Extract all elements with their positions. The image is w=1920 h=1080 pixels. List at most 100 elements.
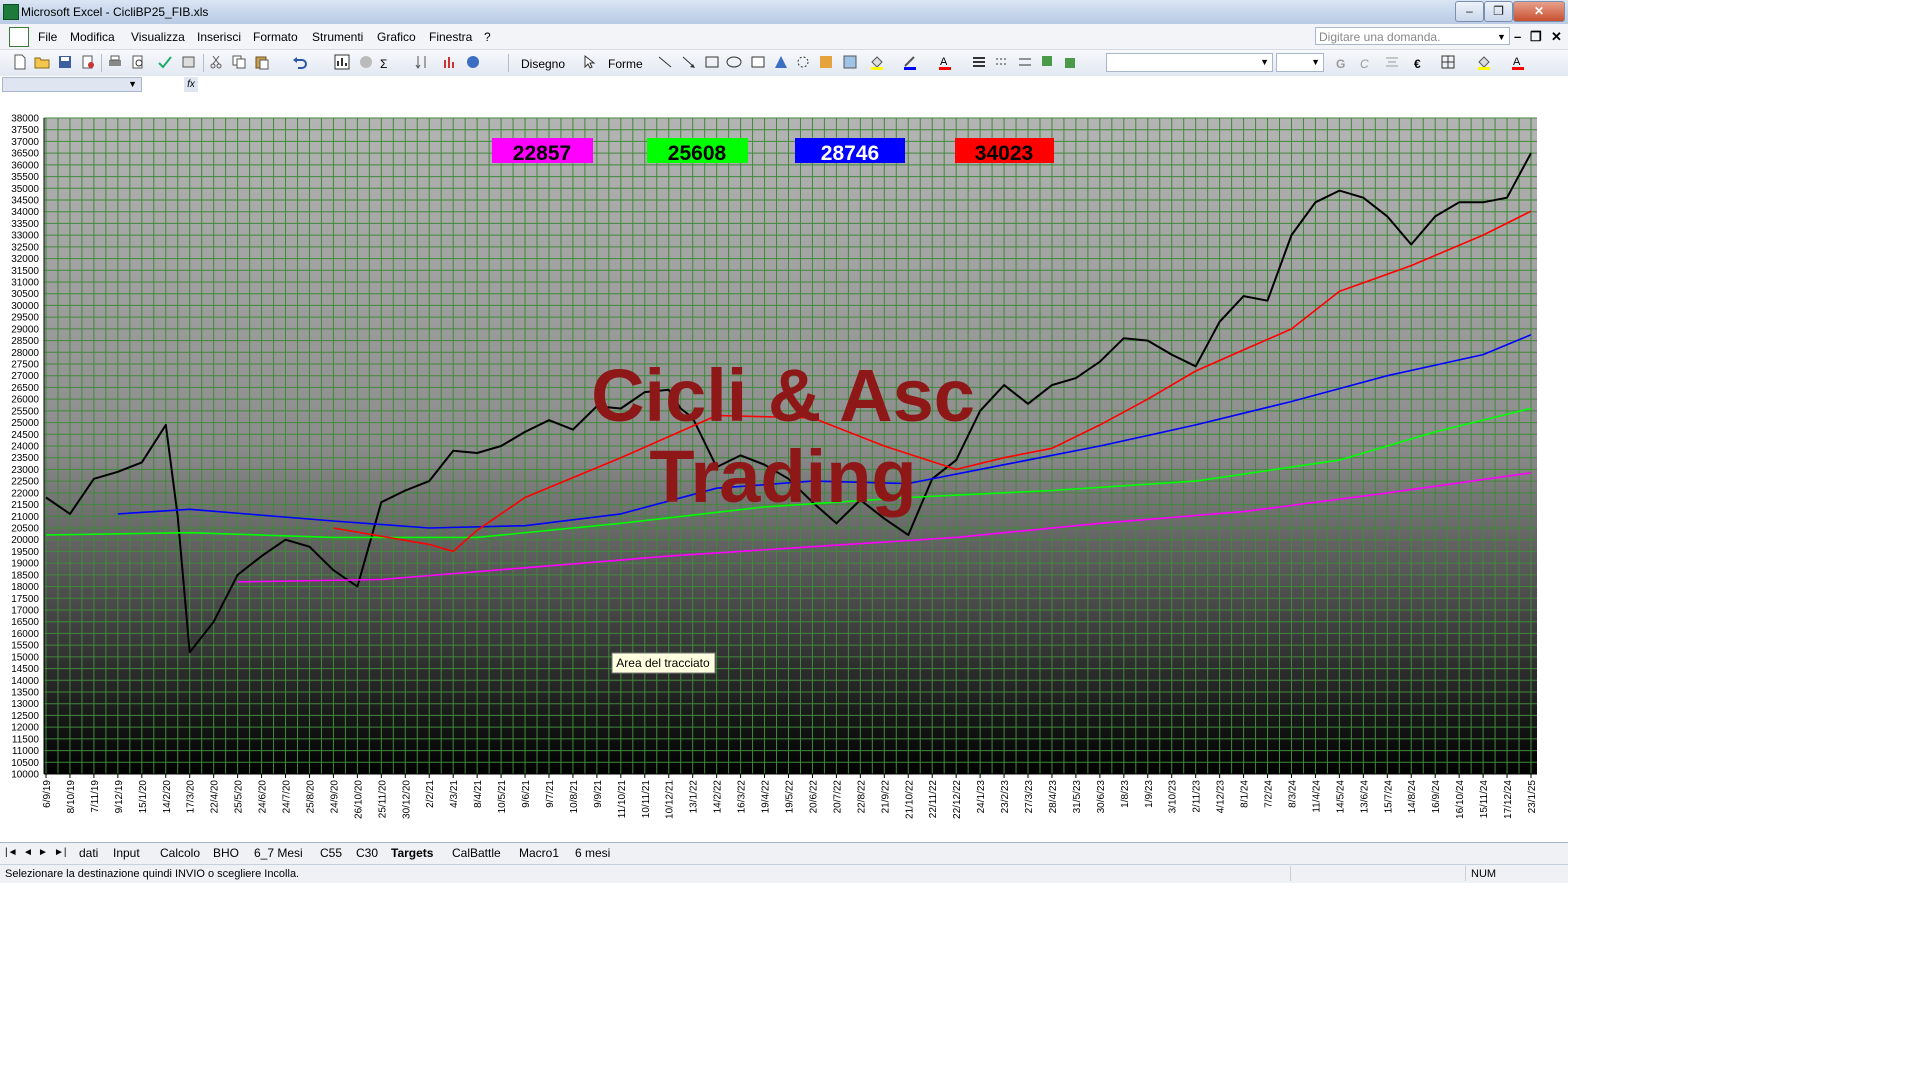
save-icon[interactable] [57,54,73,70]
borders-icon[interactable] [1440,54,1456,70]
image-icon[interactable] [842,54,858,70]
x-tick-label: 24/6/20 [258,780,269,814]
x-tick-label: 7/11/19 [90,780,101,813]
chart-area[interactable]: 10000 10500 11000 11500 12000 12500 13000 13500… [0,94,1568,840]
diagram-icon[interactable] [795,54,811,70]
copy-icon[interactable] [231,54,247,70]
tab-6-7-mesi[interactable]: 6_7 Mesi [254,846,303,860]
maximize-button[interactable]: ❐ [1484,1,1513,22]
sheet-tabs: |◄ ◄ ► ►| dati Input Calcolo BHO 6_7 Mes… [0,842,1568,865]
tab-dati[interactable]: dati [79,846,98,860]
italic-icon[interactable]: C [1360,57,1369,71]
oval-icon[interactable] [726,54,742,70]
spelling-icon[interactable] [157,54,173,70]
tab-c55[interactable]: C55 [320,846,342,860]
arrow-icon[interactable] [681,54,697,70]
euro-icon[interactable]: € [1414,57,1421,71]
align-icon[interactable] [1384,54,1400,70]
minimize-button[interactable]: – [1455,1,1484,22]
sort-icon[interactable] [414,54,430,70]
menu-grafico[interactable]: Grafico [377,30,416,44]
text-color-icon[interactable]: A [1510,54,1526,70]
dash-style-icon[interactable] [994,54,1010,70]
name-box[interactable]: ▼ [2,77,142,92]
tab-c30[interactable]: C30 [356,846,378,860]
y-tick-label: 13500 [11,688,39,699]
line-color-icon[interactable] [902,54,918,70]
line-style-icon[interactable] [971,54,987,70]
chevron-down-icon[interactable]: ▼ [128,79,137,89]
tab-calbattle[interactable]: CalBattle [452,846,501,860]
menu-inserisci[interactable]: Inserisci [197,30,241,44]
chart-icon[interactable] [441,54,457,70]
y-tick-label: 27500 [11,360,39,371]
x-tick-label: 23/1/25 [1527,780,1538,814]
doc-restore-icon[interactable]: ❐ [1530,29,1542,45]
arrow-style-icon[interactable] [1017,54,1033,70]
menu-finestra[interactable]: Finestra [429,30,472,44]
font-size-select[interactable]: ▼ [1276,53,1324,72]
open-folder-icon[interactable] [34,54,50,70]
menu-strumenti[interactable]: Strumenti [312,30,363,44]
print-icon[interactable] [107,54,123,70]
paste-icon[interactable] [254,54,270,70]
pointer-icon[interactable] [581,54,597,70]
menu-visualizza[interactable]: Visualizza [131,30,185,44]
wordart-icon[interactable] [773,54,789,70]
ask-question-input[interactable]: Digitare una domanda. [1315,27,1510,45]
tab-bho[interactable]: BHO [213,846,239,860]
y-tick-label: 18500 [11,570,39,581]
menu-help[interactable]: ? [484,30,491,44]
chevron-down-icon[interactable]: ▼ [1311,57,1320,67]
textbox-icon[interactable] [750,54,766,70]
y-tick-label: 17000 [11,606,39,617]
first-sheet-icon[interactable]: |◄ [5,847,18,858]
menu-modifica[interactable]: Modifica [70,30,115,44]
tab-targets[interactable]: Targets [391,846,433,860]
help-icon[interactable] [465,54,481,70]
tab-macro1[interactable]: Macro1 [519,846,559,860]
clipart-icon[interactable] [818,54,834,70]
tab-6-mesi[interactable]: 6 mesi [575,846,610,860]
shapes-menu-button[interactable]: Forme [608,57,643,71]
menu-file[interactable]: File [38,30,57,44]
new-file-icon[interactable] [12,54,28,70]
font-name-select[interactable]: ▼ [1106,53,1273,72]
y-tick-label: 12500 [11,711,39,722]
draw-menu-button[interactable]: Disegno [521,57,565,71]
doc-close-icon[interactable]: ✕ [1551,29,1562,45]
3d-style-icon[interactable] [1063,54,1079,70]
menu-formato[interactable]: Formato [253,30,298,44]
cut-icon[interactable] [208,54,224,70]
sum-icon[interactable]: Σ [380,57,387,71]
line-chart[interactable]: 1000010500110001150012000125001300013500… [0,94,1568,840]
highlight-color-icon[interactable] [1476,54,1492,70]
line-icon[interactable] [657,54,673,70]
permission-icon[interactable] [80,54,96,70]
workbook-icon[interactable] [9,27,29,47]
fill-color-icon[interactable] [869,54,885,70]
map-icon[interactable] [358,54,374,70]
bold-icon[interactable]: G [1336,57,1345,71]
tab-calcolo[interactable]: Calcolo [160,846,200,860]
chevron-down-icon[interactable]: ▼ [1260,57,1269,67]
chart-wizard-icon[interactable] [334,54,350,70]
shadow-icon[interactable] [1040,54,1056,70]
tab-input[interactable]: Input [113,846,140,860]
print-preview-icon[interactable] [130,54,146,70]
close-button[interactable]: ✕ [1513,1,1565,22]
doc-minimize-icon[interactable]: – [1514,29,1521,44]
research-icon[interactable] [181,54,197,70]
font-color-icon[interactable]: A [937,54,953,70]
next-sheet-icon[interactable]: ► [38,847,48,858]
y-tick-label: 31000 [11,278,39,289]
chevron-down-icon[interactable]: ▼ [1497,32,1506,42]
last-sheet-icon[interactable]: ►| [54,847,67,858]
undo-icon[interactable] [292,54,308,70]
y-tick-label: 33000 [11,231,39,242]
prev-sheet-icon[interactable]: ◄ [23,847,33,858]
function-icon[interactable]: fx [184,77,198,92]
formula-bar: ▼ fx [0,76,1568,95]
svg-text:A: A [940,56,948,68]
rectangle-icon[interactable] [704,54,720,70]
